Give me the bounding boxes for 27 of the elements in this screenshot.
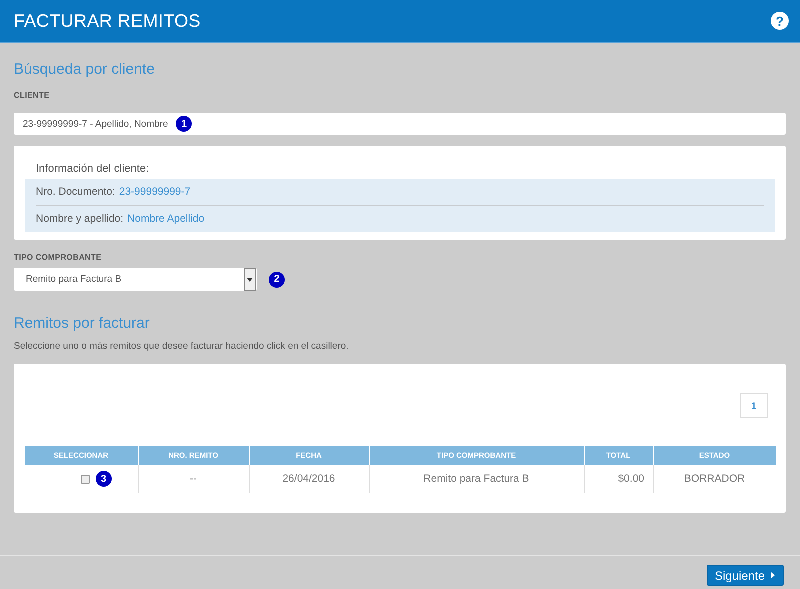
table-cell: $0.00	[584, 465, 653, 493]
section-heading: Remitos por facturar	[14, 315, 151, 333]
table-cell: --	[138, 465, 249, 493]
page-title: FACTURAR REMITOS	[14, 10, 201, 32]
callout-badge: 3	[96, 471, 112, 487]
checkbox[interactable]	[80, 474, 90, 484]
caret-icon	[244, 268, 256, 291]
info-title: Información del cliente:	[35, 162, 150, 176]
voucher-type-select[interactable]: Remito para Factura B	[14, 268, 257, 291]
table-cell: 26/04/2016	[249, 465, 369, 493]
info-value: 23-99999999-7	[119, 186, 191, 198]
info-label: Nombre y apellido:	[36, 213, 124, 225]
page-button[interactable]: 1	[740, 393, 768, 418]
instructions-text: Seleccione uno o más remitos que desee facturar haciendo click en el casillero.	[14, 341, 350, 353]
callout-badge: 1	[176, 116, 192, 132]
caret-icon	[771, 572, 775, 579]
callout-badge: 2	[269, 272, 285, 288]
section-heading: Búsqueda por cliente	[14, 61, 156, 79]
help-button[interactable]: ?	[771, 12, 789, 30]
table-cell: Remito para Factura B	[369, 465, 584, 493]
client-field[interactable]: 23-99999999-7 - Apellido, Nombre 1	[14, 113, 786, 135]
field-label: CLIENTE	[14, 91, 51, 101]
field-label: TIPO COMPROBANTE	[14, 253, 103, 263]
info-value: Nombre Apellido	[128, 213, 205, 225]
table-cell: BORRADOR	[653, 465, 776, 493]
info-label: Nro. Documento:	[36, 186, 116, 198]
next-button[interactable]: Siguiente	[706, 565, 784, 586]
